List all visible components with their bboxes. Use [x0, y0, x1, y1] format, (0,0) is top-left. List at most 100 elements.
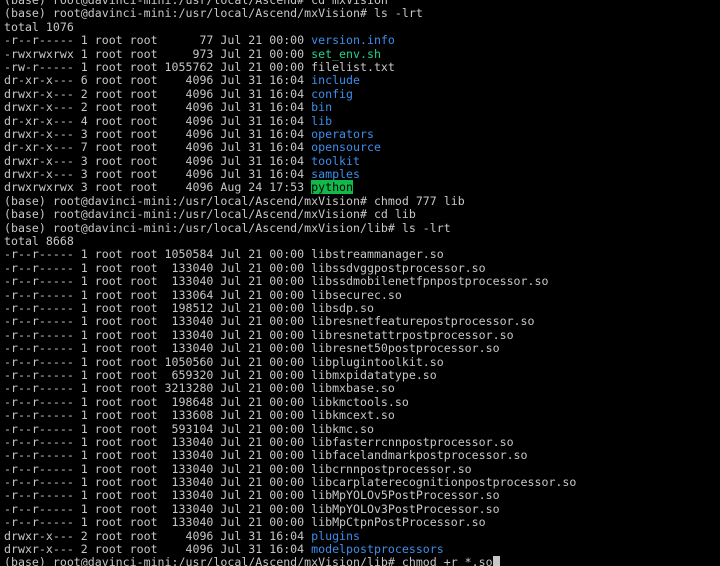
listing-row: dr-xr-x--- 6 root root 4096 Jul 31 16:04… [4, 74, 576, 87]
file-name: libMpYOLOv3PostProcessor.so [311, 501, 500, 516]
listing-meta: -r--r----- 1 root root 133040 Jul 21 00:… [4, 274, 312, 289]
directory-name: operators [311, 126, 374, 141]
directory-name: bin [311, 100, 333, 115]
file-name: libkmctools.so [311, 394, 409, 409]
directory-name: lib [311, 113, 333, 128]
file-name: libMpCtpnPostProcessor.so [311, 515, 486, 530]
file-name: libfasterrcnnpostprocessor.so [311, 434, 514, 449]
listing-row: -r--r----- 1 root root 198648 Jul 21 00:… [4, 394, 576, 409]
command-text: (base) root@davinci-mini:/usr/local/Asce… [4, 555, 493, 566]
listing-meta: -r--r----- 1 root root 198648 Jul 21 00:… [4, 394, 312, 409]
file-name: libsecurec.so [311, 287, 402, 302]
listing-meta: -r--r----- 1 root root 3213280 Jul 21 00… [4, 381, 312, 396]
listing-meta: -r--r----- 1 root root 593104 Jul 21 00:… [4, 421, 312, 436]
file-name: libmxpidatatype.so [311, 367, 437, 382]
listing-meta: drwxr-x--- 3 root root 4096 Jul 31 16:04 [4, 126, 312, 141]
command-text: (base) root@davinci-mini:/usr/local/Asce… [4, 193, 465, 208]
listing-row: -rwxrwxrwx 1 root root 973 Jul 21 00:00 … [4, 46, 576, 61]
listing-meta: -rwxrwxrwx 1 root root 973 Jul 21 00:00 [4, 46, 312, 61]
listing-row: drwxr-x--- 2 root root 4096 Jul 31 16:04… [4, 100, 576, 115]
listing-row: drwxrwxrwx 3 root root 4096 Aug 24 17:53… [4, 180, 576, 195]
listing-row: -r--r----- 1 root root 133064 Jul 21 00:… [4, 287, 576, 302]
file-name: libkmc.so [311, 421, 374, 436]
output-line: total 1076 [4, 19, 576, 34]
listing-row: drwxr-x--- 3 root root 4096 Jul 31 16:04… [4, 126, 576, 141]
terminal-window[interactable]: (base) root@davinci-mini:/usr/local/Asce… [0, 0, 720, 566]
listing-row: dr-xr-x--- 4 root root 4096 Jul 31 16:04… [4, 113, 576, 128]
prompt-line: (base) root@davinci-mini:/usr/local/Asce… [4, 7, 576, 20]
listing-meta: drwxr-x--- 3 root root 4096 Jul 31 16:04 [4, 153, 312, 168]
directory-name: version.info [311, 33, 395, 48]
listing-row: -r--r----- 1 root root 133040 Jul 21 00:… [4, 516, 576, 529]
listing-row: -r--r----- 1 root root 198512 Jul 21 00:… [4, 300, 576, 315]
file-name: libMpYOLOv5PostProcessor.so [311, 488, 500, 503]
listing-row: -r--r----- 1 root root 659320 Jul 21 00:… [4, 367, 576, 382]
listing-row: -r--r----- 1 root root 1050560 Jul 21 00… [4, 355, 576, 369]
command-text: (base) root@davinci-mini:/usr/local/Asce… [4, 6, 423, 21]
listing-row: -r--r----- 1 root root 133608 Jul 21 00:… [4, 408, 576, 423]
directory-name: config [311, 86, 354, 101]
output-text: total 1076 [4, 19, 74, 34]
listing-meta: -r--r----- 1 root root 133040 Jul 21 00:… [4, 327, 312, 342]
listing-row: -r--r----- 1 root root 593104 Jul 21 00:… [4, 421, 576, 436]
listing-meta: drwxr-x--- 2 root root 4096 Jul 31 16:04 [4, 86, 312, 101]
listing-row: -r--r----- 1 root root 1050584 Jul 21 00… [4, 248, 576, 261]
listing-row: -r--r----- 1 root root 133040 Jul 21 00:… [4, 501, 576, 516]
prompt-line: (base) root@davinci-mini:/usr/local/Asce… [4, 193, 576, 208]
listing-meta: drwxr-x--- 2 root root 4096 Jul 31 16:04 [4, 542, 312, 557]
listing-row: -r--r----- 1 root root 133040 Jul 21 00:… [4, 260, 576, 275]
prompt-line: (base) root@davinci-mini:/usr/local/Asce… [4, 220, 576, 235]
listing-row: -r--r----- 1 root root 133040 Jul 21 00:… [4, 434, 576, 449]
command-text: (base) root@davinci-mini:/usr/local/Asce… [4, 220, 451, 235]
listing-meta: dr-xr-x--- 7 root root 4096 Jul 31 16:04 [4, 140, 312, 155]
listing-row: -rw-r----- 1 root root 1055762 Jul 21 00… [4, 59, 576, 74]
writable-directory-name: python [311, 180, 354, 195]
listing-meta: -r--r----- 1 root root 133040 Jul 21 00:… [4, 501, 312, 516]
listing-row: -r--r----- 1 root root 133040 Jul 21 00:… [4, 475, 576, 490]
listing-meta: dr-xr-x--- 6 root root 4096 Jul 31 16:04 [4, 73, 312, 88]
listing-row: dr-xr-x--- 7 root root 4096 Jul 31 16:04… [4, 141, 576, 154]
listing-meta: -r--r----- 1 root root 133040 Jul 21 00:… [4, 448, 312, 463]
listing-meta: drwxrwxrwx 3 root root 4096 Aug 24 17:53 [4, 180, 312, 195]
listing-row: -r--r----- 1 root root 133040 Jul 21 00:… [4, 341, 576, 356]
listing-meta: -r--r----- 1 root root 133040 Jul 21 00:… [4, 434, 312, 449]
listing-row: -r--r----- 1 root root 133040 Jul 21 00:… [4, 489, 576, 502]
file-name: libresnetattrpostprocessor.so [311, 327, 514, 342]
listing-meta: drwxr-x--- 2 root root 4096 Jul 31 16:04 [4, 528, 312, 543]
file-name: set_env.sh [311, 46, 381, 61]
listing-meta: -r--r----- 1 root root 133064 Jul 21 00:… [4, 287, 312, 302]
listing-meta: -r--r----- 1 root root 133040 Jul 21 00:… [4, 488, 312, 503]
file-name: libkmcext.so [311, 408, 395, 423]
listing-row: -r--r----- 1 root root 133040 Jul 21 00:… [4, 315, 576, 328]
listing-row: drwxr-x--- 3 root root 4096 Jul 31 16:04… [4, 167, 576, 182]
directory-name: plugins [311, 528, 360, 543]
output-text: total 8668 [4, 234, 74, 249]
listing-row: -r--r----- 1 root root 133040 Jul 21 00:… [4, 449, 576, 462]
file-name: libsdp.so [311, 300, 374, 315]
file-name: libcrnnpostprocessor.so [311, 461, 472, 476]
listing-row: -r--r----- 1 root root 133040 Jul 21 00:… [4, 461, 576, 476]
file-name: filelist.txt [311, 59, 395, 74]
directory-name: samples [311, 167, 360, 182]
listing-meta: -r--r----- 1 root root 1050584 Jul 21 00… [4, 247, 312, 262]
directory-name: include [311, 73, 360, 88]
listing-meta: drwxr-x--- 3 root root 4096 Jul 31 16:04 [4, 167, 312, 182]
cursor [492, 556, 500, 566]
listing-meta: -r--r----- 1 root root 133040 Jul 21 00:… [4, 461, 312, 476]
listing-meta: -r--r----- 1 root root 133040 Jul 21 00:… [4, 260, 312, 275]
listing-meta: -r--r----- 1 root root 133040 Jul 21 00:… [4, 475, 312, 490]
file-name: libfacelandmarkpostprocessor.so [311, 448, 528, 463]
prompt-line: (base) root@davinci-mini:/usr/local/Asce… [4, 208, 576, 221]
listing-row: drwxr-x--- 3 root root 4096 Jul 31 16:04… [4, 153, 576, 168]
listing-meta: -r--r----- 1 root root 133040 Jul 21 00:… [4, 341, 312, 356]
output-line: total 8668 [4, 234, 576, 249]
file-name: libresnet50postprocessor.so [311, 341, 500, 356]
listing-row: -r--r----- 1 root root 133040 Jul 21 00:… [4, 275, 576, 288]
listing-meta: -r--r----- 1 root root 133040 Jul 21 00:… [4, 314, 312, 329]
listing-row: -r--r----- 1 root root 3213280 Jul 21 00… [4, 382, 576, 395]
listing-meta: -r--r----- 1 root root 133608 Jul 21 00:… [4, 408, 312, 423]
listing-meta: -r--r----- 1 root root 659320 Jul 21 00:… [4, 367, 312, 382]
listing-meta: -r--r----- 1 root root 198512 Jul 21 00:… [4, 300, 312, 315]
directory-name: toolkit [311, 153, 360, 168]
listing-meta: -r--r----- 1 root root 133040 Jul 21 00:… [4, 515, 312, 530]
